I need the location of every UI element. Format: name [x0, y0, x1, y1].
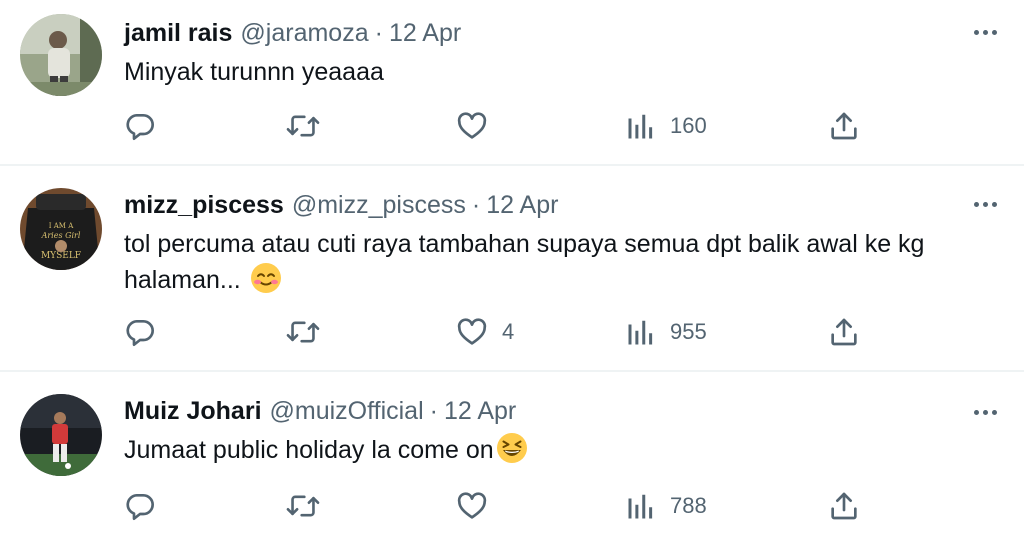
tweet-actions: 160 — [124, 108, 864, 144]
view-count: 788 — [670, 493, 707, 518]
like-button[interactable] — [456, 108, 502, 144]
tweet-header: mizz_piscess @mizz_piscess · 12 Apr — [124, 188, 558, 222]
author-handle[interactable]: @jaramoza — [240, 16, 368, 50]
svg-text:MYSELF: MYSELF — [41, 251, 81, 261]
svg-text:Aries Girl: Aries Girl — [41, 231, 81, 240]
separator: · — [471, 191, 481, 219]
tweet-header: Muiz Johari @muizOfficial · 12 Apr — [124, 394, 516, 428]
tweet[interactable]: Muiz Johari @muizOfficial · 12 Apr Jumaa… — [0, 372, 1024, 542]
retweet-button[interactable] — [286, 108, 334, 144]
heart-icon — [456, 316, 488, 348]
tweet-text-content: Minyak turunnn yeaaaa — [124, 58, 384, 86]
reply-icon — [124, 316, 156, 348]
views-button[interactable]: 788 — [626, 488, 707, 524]
author-handle[interactable]: @mizz_piscess — [292, 188, 466, 222]
grinning-squinting-face-icon — [496, 432, 528, 474]
reply-icon — [124, 490, 156, 522]
views-chart-icon — [626, 491, 656, 521]
like-button[interactable] — [456, 488, 502, 524]
share-icon — [828, 316, 860, 348]
separator: · — [374, 19, 383, 47]
retweet-icon — [286, 316, 320, 348]
author-name[interactable]: mizz_piscess — [124, 188, 284, 222]
tweet-text: tol percuma atau cuti raya tambahan supa… — [124, 226, 994, 304]
view-count: 160 — [670, 113, 707, 138]
tweet-text-content: Jumaat public holiday la come on — [124, 436, 494, 464]
views-button[interactable]: 955 — [626, 314, 707, 350]
retweet-button[interactable] — [286, 488, 334, 524]
tweet-date[interactable]: 12 Apr — [389, 16, 461, 50]
view-count: 955 — [670, 319, 707, 344]
retweet-icon — [286, 490, 320, 522]
share-icon — [828, 110, 860, 142]
more-options-icon[interactable] — [970, 402, 1000, 422]
share-button[interactable] — [828, 488, 860, 524]
tweet-text: Minyak turunnn yeaaaa — [124, 54, 994, 90]
author-name[interactable]: jamil rais — [124, 16, 232, 50]
tweet-date[interactable]: 12 Apr — [444, 394, 516, 428]
svg-text:I AM A: I AM A — [49, 222, 74, 230]
reply-button[interactable] — [124, 488, 170, 524]
separator: · — [429, 397, 438, 425]
share-button[interactable] — [828, 314, 860, 350]
heart-icon — [456, 490, 488, 522]
views-button[interactable]: 160 — [626, 108, 707, 144]
tweet-actions: 788 — [124, 488, 864, 524]
reply-icon — [124, 110, 156, 142]
tweet-text-content: tol percuma atau cuti raya tambahan supa… — [124, 230, 925, 294]
avatar[interactable]: I AM A Aries Girl MYSELF — [20, 188, 102, 270]
share-icon — [828, 490, 860, 522]
like-count: 4 — [502, 319, 515, 344]
retweet-button[interactable] — [286, 314, 334, 350]
smiling-face-with-hearts-cheeks-icon — [250, 262, 282, 304]
like-button[interactable]: 4 — [456, 314, 514, 350]
tweet[interactable]: jamil rais @jaramoza · 12 Apr Minyak tur… — [0, 0, 1024, 166]
avatar[interactable] — [20, 394, 102, 476]
avatar[interactable] — [20, 14, 102, 96]
tweet[interactable]: I AM A Aries Girl MYSELF mizz_piscess @m… — [0, 166, 1024, 372]
retweet-icon — [286, 110, 320, 142]
more-options-icon[interactable] — [970, 194, 1000, 214]
views-chart-icon — [626, 111, 656, 141]
views-chart-icon — [626, 317, 656, 347]
author-handle[interactable]: @muizOfficial — [270, 394, 424, 428]
tweet-text: Jumaat public holiday la come on — [124, 432, 994, 474]
heart-icon — [456, 110, 488, 142]
author-name[interactable]: Muiz Johari — [124, 394, 262, 428]
reply-button[interactable] — [124, 108, 170, 144]
share-button[interactable] — [828, 108, 860, 144]
tweet-date[interactable]: 12 Apr — [486, 188, 558, 222]
reply-button[interactable] — [124, 314, 170, 350]
tweet-actions: 4 955 — [124, 314, 864, 350]
more-options-icon[interactable] — [970, 22, 1000, 42]
tweet-header: jamil rais @jaramoza · 12 Apr — [124, 16, 461, 50]
